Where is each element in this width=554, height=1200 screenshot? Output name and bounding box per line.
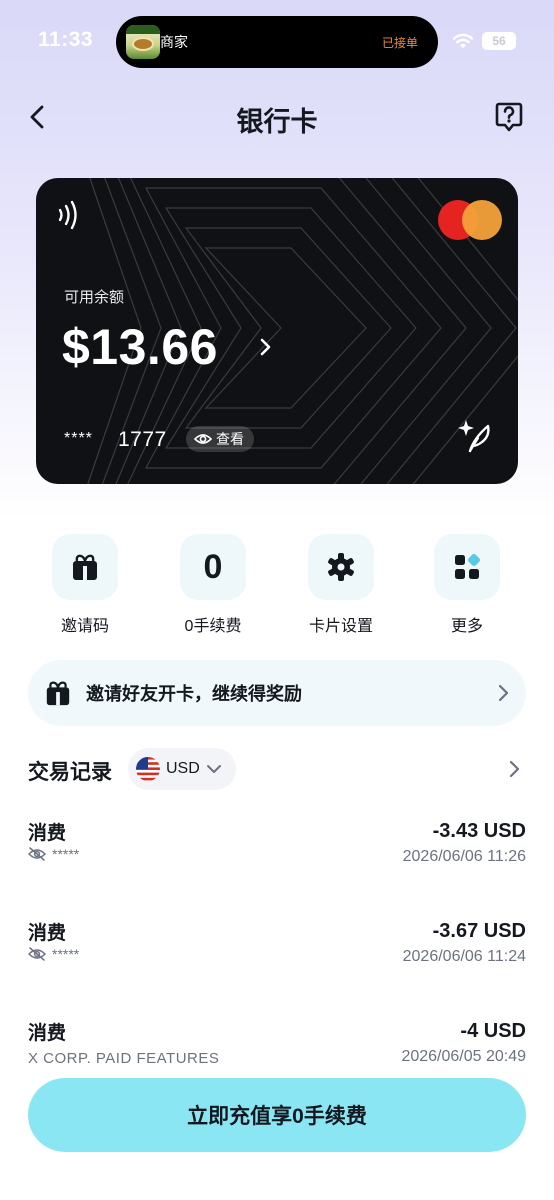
action-invite-code[interactable]: 邀请码	[30, 534, 140, 636]
transactions-more-chevron-icon[interactable]	[504, 758, 526, 780]
grid-more-icon	[455, 553, 481, 579]
invite-banner-text: 邀请好友开卡，继续得奖励	[86, 684, 302, 704]
transactions-title: 交易记录	[28, 761, 112, 784]
eye-icon	[194, 434, 212, 444]
eye-off-icon	[28, 947, 46, 961]
transaction-merchant: *****	[52, 946, 80, 962]
chevron-down-icon	[206, 765, 221, 773]
transaction-description: *****	[28, 946, 79, 962]
action-label: 邀请码	[60, 618, 109, 635]
balance-amount[interactable]: $13.66	[62, 318, 218, 376]
gift-box-icon	[73, 554, 97, 580]
transaction-description: X CORP. PAID FEATURES	[28, 1050, 219, 1064]
transaction-time: 2026/06/06 11:24	[402, 948, 526, 965]
transaction-row[interactable]: 消费 ***** -3.67 USD 2026/06/06 11:24	[28, 918, 526, 978]
currency-code: USD	[166, 760, 200, 777]
transaction-time: 2026/06/06 11:26	[402, 848, 526, 865]
chevron-right-icon[interactable]	[258, 336, 272, 358]
contactless-icon	[58, 200, 77, 230]
mastercard-logo	[438, 200, 502, 240]
transaction-type: 消费	[28, 923, 67, 944]
balance-label: 可用余额	[64, 289, 125, 306]
transaction-row[interactable]: 消费 X CORP. PAID FEATURES -4 USD 2026/06/…	[28, 1018, 526, 1064]
action-more[interactable]: 更多	[412, 534, 522, 636]
card-last4: 1777	[118, 428, 167, 451]
action-zero-fee[interactable]: 0 0手续费	[158, 534, 268, 636]
zero-fee-icon: 0	[204, 548, 231, 587]
dynamic-island[interactable]: 商家 已接单	[116, 16, 438, 68]
action-label: 0手续费	[184, 618, 242, 635]
help-button[interactable]	[492, 100, 526, 134]
gift-box-icon	[46, 681, 70, 706]
action-card-settings[interactable]: 卡片设置	[286, 534, 396, 636]
island-order-status: 已接单	[381, 36, 418, 50]
card-number-mask: ****	[64, 430, 93, 447]
action-tile	[434, 534, 500, 600]
transaction-type: 消费	[28, 1023, 67, 1044]
invite-banner[interactable]: 邀请好友开卡，继续得奖励	[28, 660, 526, 726]
eye-off-icon	[28, 847, 46, 861]
transaction-merchant: X CORP. PAID FEATURES	[28, 1050, 220, 1064]
action-tile	[52, 534, 118, 600]
card-brand-feather-icon	[458, 420, 490, 453]
view-card-label: 查看	[216, 431, 244, 447]
action-tile: 0	[180, 534, 246, 600]
transaction-merchant: *****	[52, 846, 80, 862]
question-bubble-icon	[495, 102, 523, 132]
wifi-icon	[452, 33, 474, 49]
transaction-row[interactable]: 消费 ***** -3.43 USD 2026/06/06 11:26	[28, 818, 526, 878]
chevron-left-icon	[30, 105, 44, 129]
us-flag-icon	[136, 757, 160, 781]
back-button[interactable]	[20, 100, 54, 134]
action-tile	[308, 534, 374, 600]
transaction-type: 消费	[28, 823, 67, 844]
battery-indicator: 56	[482, 32, 516, 50]
action-label: 更多	[450, 618, 483, 635]
action-label: 卡片设置	[308, 618, 373, 635]
bottom-safe-area	[0, 1152, 554, 1200]
transaction-amount: -4 USD	[460, 1020, 526, 1042]
recharge-button[interactable]: 立即充值享0手续费	[28, 1078, 526, 1152]
bank-card[interactable]: 可用余额 $13.66 **** 1777 查看	[36, 178, 518, 484]
island-merchant-label: 商家	[160, 34, 188, 50]
transaction-amount: -3.67 USD	[432, 920, 526, 942]
currency-selector[interactable]: USD	[128, 748, 236, 790]
gear-icon	[328, 553, 354, 581]
status-time: 11:33	[38, 28, 94, 51]
view-card-button[interactable]: 查看	[186, 426, 254, 452]
merchant-app-icon	[126, 25, 160, 59]
chevron-right-icon	[498, 684, 509, 702]
transaction-amount: -3.43 USD	[432, 820, 526, 842]
transaction-time: 2026/06/05 20:49	[401, 1048, 526, 1064]
transaction-description: *****	[28, 846, 79, 862]
